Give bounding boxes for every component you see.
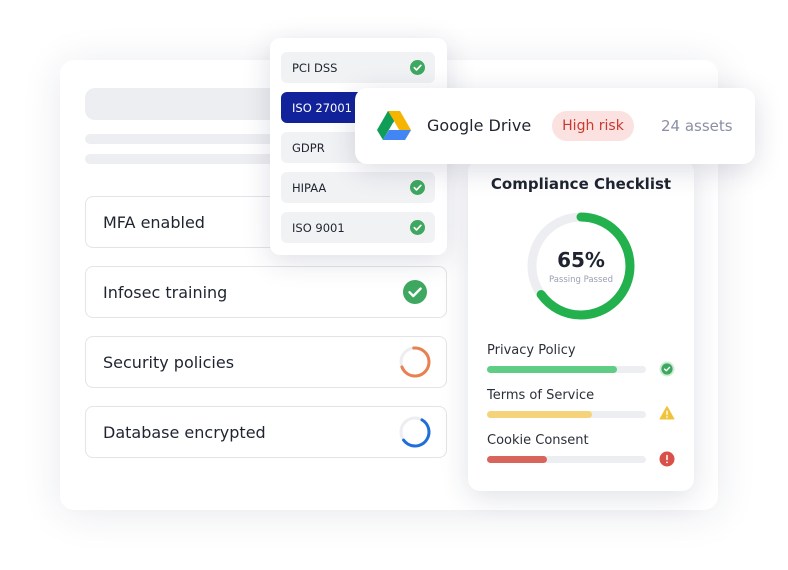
warning-icon (659, 406, 675, 420)
task-label: Database encrypted (103, 422, 266, 442)
percent-subtitle: Passing Passed (548, 275, 614, 285)
policy-label: Privacy Policy (487, 343, 576, 358)
task-database-encrypted[interactable]: Database encrypted (85, 406, 447, 458)
framework-item-pci-dss[interactable]: PCI DSS (281, 52, 435, 83)
progress-ring-icon (399, 416, 431, 448)
policy-progress-fill (487, 366, 618, 373)
framework-label: HIPAA (292, 180, 327, 195)
task-label: Security policies (103, 352, 235, 372)
framework-label: GDPR (292, 140, 325, 155)
policy-progress-fill (487, 411, 592, 418)
check-circle-icon (410, 60, 425, 75)
framework-label: ISO 9001 (292, 220, 345, 235)
progress-ring-icon (399, 346, 431, 378)
policy-progress-bar (487, 456, 646, 463)
check-circle-icon (410, 180, 425, 195)
framework-item-hipaa[interactable]: HIPAA (281, 172, 435, 203)
error-icon (659, 451, 675, 467)
framework-label: PCI DSS (292, 60, 338, 75)
risk-badge: High risk (552, 111, 634, 141)
policy-progress-bar (487, 411, 646, 418)
policy-progress-bar (487, 366, 646, 373)
framework-label: ISO 27001 (292, 100, 352, 115)
google-drive-icon (377, 111, 411, 140)
compliance-checklist-card: Compliance Checklist 65% Passing Passed … (468, 160, 694, 491)
integration-name: Google Drive (427, 116, 532, 135)
task-security-policies[interactable]: Security policies (85, 336, 447, 388)
framework-item-iso-9001[interactable]: ISO 9001 (281, 212, 435, 243)
policy-label: Cookie Consent (487, 433, 589, 448)
check-circle-icon (403, 280, 427, 304)
policy-progress-fill (487, 456, 548, 463)
task-label: Infosec training (103, 282, 228, 302)
check-circle-icon (410, 220, 425, 235)
checklist-title: Compliance Checklist (490, 175, 672, 193)
task-infosec-training[interactable]: Infosec training (85, 266, 447, 318)
asset-count: 24 assets (661, 117, 733, 135)
policy-label: Terms of Service (487, 388, 595, 403)
task-label: MFA enabled (103, 212, 205, 232)
integration-card[interactable]: Google Drive High risk 24 assets (355, 88, 755, 164)
check-circle-icon (659, 361, 675, 377)
percent-value: 65% (557, 248, 605, 272)
